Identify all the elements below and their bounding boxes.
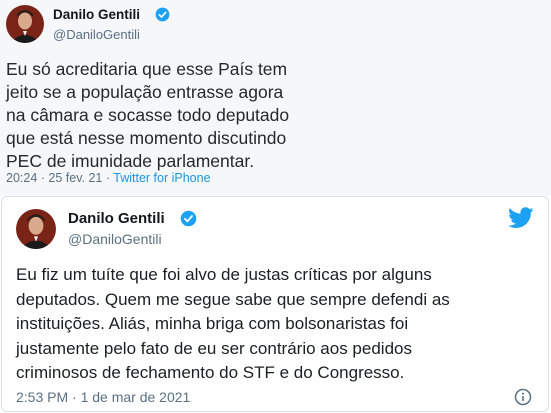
tweet-line: Eu fiz um tuíte que foi alvo de justas c… bbox=[16, 265, 432, 284]
author-name[interactable]: Danilo Gentili bbox=[53, 7, 140, 22]
author-name[interactable]: Danilo Gentili bbox=[68, 210, 165, 227]
tweet-line: que está nesse momento discutindo bbox=[6, 128, 287, 148]
tweet-line: deputados. Quem me segue sabe que sempre… bbox=[16, 289, 450, 309]
tweet-line: instituições. Aliás, minha briga com bol… bbox=[16, 314, 409, 333]
embedded-tweet-card[interactable]: Danilo Gentili @DaniloGentili Eu fiz um … bbox=[1, 196, 549, 412]
tweet-line: Eu só acreditaria que esse País tem bbox=[6, 59, 288, 79]
tweet-meta: 20:24 · 25 fev. 21 · Twitter for iPhone bbox=[6, 171, 211, 185]
author-handle[interactable]: @DaniloGentili bbox=[53, 27, 140, 42]
avatar-image bbox=[6, 5, 44, 43]
avatar[interactable] bbox=[6, 5, 44, 43]
tweet-text: Eu só acreditaria que esse País tem jeit… bbox=[6, 58, 326, 173]
author-handle[interactable]: @DaniloGentili bbox=[68, 231, 162, 247]
tweet-timestamp[interactable]: 20:24 · 25 fev. 21 · bbox=[6, 171, 113, 185]
tweet-line: na câmara e socasse todo deputado bbox=[6, 105, 290, 125]
tweet-line: jeito se a população entrasse agora bbox=[6, 82, 284, 102]
tweet-line: justamente pelo fato de eu ser contrário… bbox=[16, 338, 412, 358]
avatar[interactable] bbox=[16, 209, 56, 249]
quoted-tweet-screenshot: Danilo Gentili @DaniloGentili Eu só acre… bbox=[0, 0, 551, 196]
info-icon[interactable] bbox=[514, 388, 532, 411]
twitter-bird-icon[interactable] bbox=[508, 207, 534, 234]
tweet-text: Eu fiz um tuíte que foi alvo de justas c… bbox=[16, 263, 516, 386]
tweet-timestamp[interactable]: 2:53 PM · 1 de mar de 2021 bbox=[16, 389, 190, 405]
verified-badge-icon bbox=[180, 210, 197, 232]
tweet-source-link[interactable]: Twitter for iPhone bbox=[113, 171, 210, 185]
verified-badge-icon bbox=[155, 7, 170, 27]
avatar-image bbox=[16, 209, 56, 249]
tweet-line: criminosos de fechamento do STF e do Con… bbox=[16, 363, 405, 382]
tweet-line: PEC de imunidade parlamentar. bbox=[6, 151, 255, 171]
